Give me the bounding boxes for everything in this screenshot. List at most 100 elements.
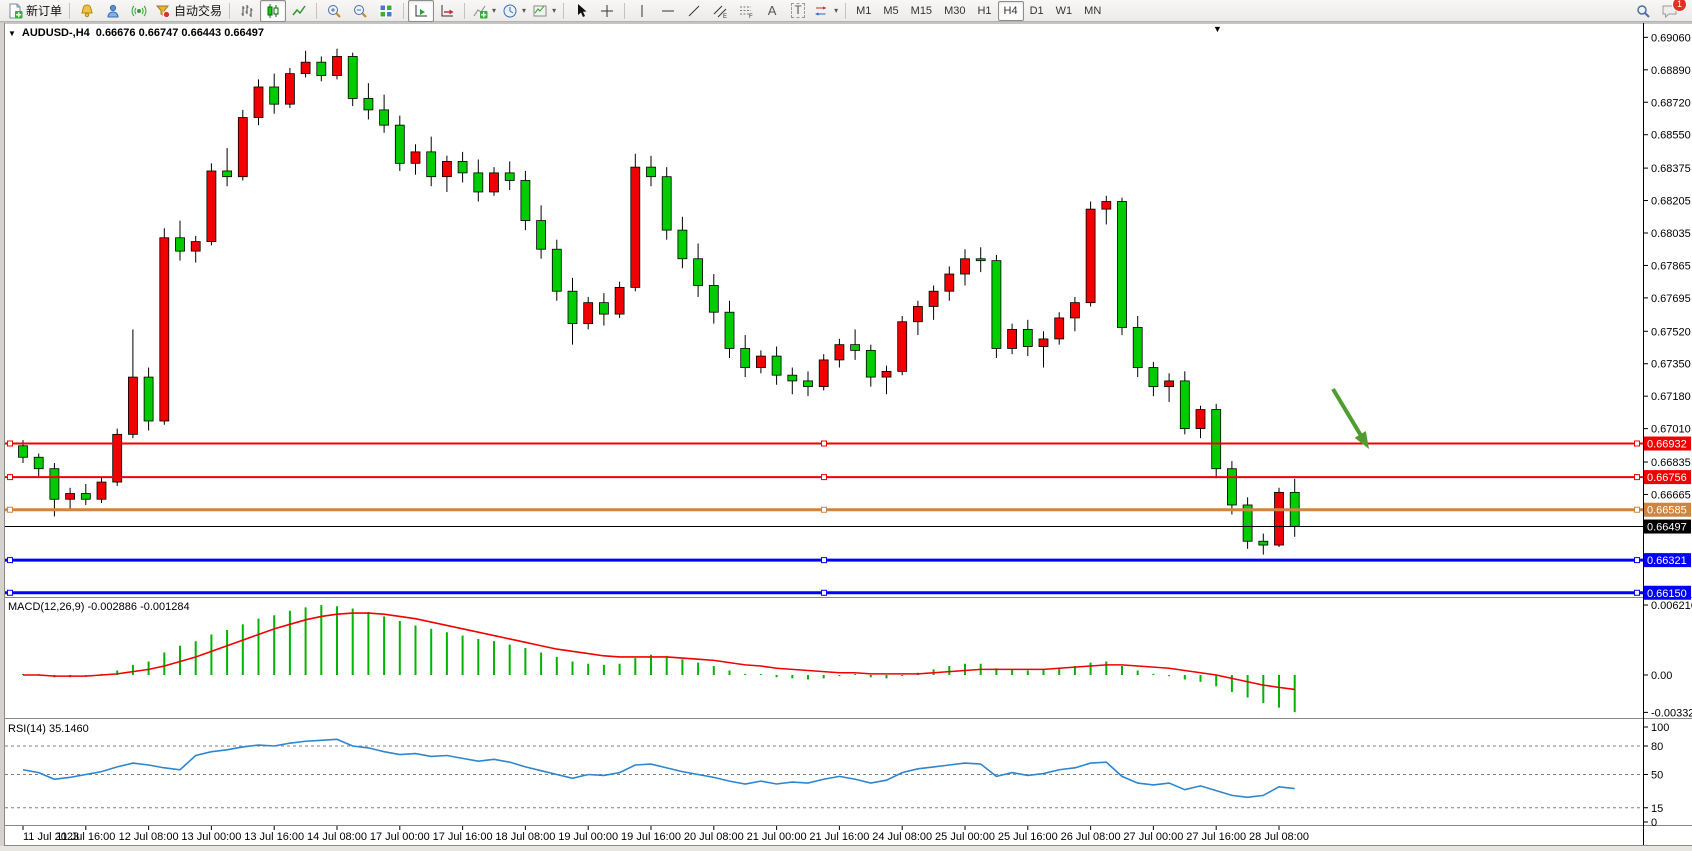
crosshair-icon [599,3,615,19]
line-handle[interactable] [822,475,827,480]
svg-text:0.67180: 0.67180 [1651,391,1691,403]
sell-arrow-annotation[interactable] [1333,389,1369,449]
periods-button[interactable]: ▾ [499,0,529,22]
tab-timeframe-mn[interactable]: MN [1078,1,1107,21]
line-handle[interactable] [8,507,13,512]
candle [961,259,970,274]
bar-chart-button[interactable] [234,0,260,22]
tab-timeframe-h1[interactable]: H1 [971,1,997,21]
svg-text:100: 100 [1651,722,1669,734]
search-icon [1635,3,1651,19]
line-chart-icon [291,3,307,19]
tab-timeframe-m5[interactable]: M5 [877,1,904,21]
pane-borders [0,23,1692,846]
chart-canvas[interactable]: 0.690600.688900.687200.685500.683750.682… [0,0,1692,851]
auto-trading-label: 自动交易 [174,2,222,19]
search-button[interactable] [1630,0,1656,22]
svg-text:13 Jul 16:00: 13 Jul 16:00 [244,831,304,843]
line-handle[interactable] [8,590,13,595]
tab-timeframe-w1[interactable]: W1 [1050,1,1079,21]
line-handle[interactable] [822,507,827,512]
channel-button[interactable]: E [707,0,733,22]
line-handle[interactable] [1635,475,1640,480]
zoom-in-button[interactable] [321,0,347,22]
new-order-button[interactable]: 新订单 [4,0,65,22]
signal-button[interactable] [126,0,152,22]
horizontal-line-button[interactable] [655,0,681,22]
toolbar: 新订单 自动交易 ▾ ▾ ▾ E F A T ▾ M1 M5 M15 M30 H… [0,0,1692,22]
svg-text:14 Jul 08:00: 14 Jul 08:00 [307,831,367,843]
macd-pane: 0.0062160.00-0.00332 [23,600,1692,719]
candle [898,322,907,372]
candle [1039,339,1048,347]
trendline-button[interactable] [681,0,707,22]
candle [301,62,310,73]
tab-timeframe-m15[interactable]: M15 [905,1,938,21]
line-handle[interactable] [822,558,827,563]
crosshair-button[interactable] [594,0,620,22]
svg-text:25 Jul 00:00: 25 Jul 00:00 [935,831,995,843]
cursor-icon [573,3,589,19]
fibonacci-button[interactable]: F [733,0,759,22]
profile-button[interactable] [100,0,126,22]
title-dropdown-icon[interactable]: ▼ [8,29,16,38]
chevron-down-icon: ▾ [834,6,838,15]
candle [128,377,137,434]
templates-button[interactable]: ▾ [529,0,559,22]
text-label-button[interactable]: T [785,0,811,22]
time-axis[interactable]: 11 Jul 202311 Jul 16:0012 Jul 08:0013 Ju… [23,826,1309,843]
fibonacci-icon: F [738,3,754,19]
notification-badge: 1 [1672,0,1687,12]
chat-button[interactable]: 1 [1656,0,1682,22]
candlestick-button[interactable] [260,0,286,22]
tab-timeframe-h4[interactable]: H4 [998,1,1024,21]
chart-shift-button[interactable] [434,0,460,22]
auto-scroll-button[interactable] [408,0,434,22]
candle [66,494,75,500]
svg-text:0.67520: 0.67520 [1651,326,1691,338]
alerts-button[interactable] [74,0,100,22]
candle [678,230,687,259]
candle [1133,327,1142,367]
text-label-icon: T [791,3,804,18]
svg-text:19 Jul 00:00: 19 Jul 00:00 [558,831,618,843]
line-handle[interactable] [8,558,13,563]
line-handle[interactable] [1635,441,1640,446]
line-chart-button[interactable] [286,0,312,22]
chart-collapse-icon[interactable]: ▼ [1213,24,1222,34]
tab-timeframe-m1[interactable]: M1 [850,1,877,21]
tab-timeframe-m30[interactable]: M30 [938,1,971,21]
horizontal-lines[interactable]: 0.669320.667560.665850.664970.663210.661… [5,437,1691,600]
line-handle[interactable] [8,441,13,446]
candle [804,381,813,387]
svg-text:0.68035: 0.68035 [1651,228,1691,240]
line-handle[interactable] [822,590,827,595]
arrows-tool-button[interactable]: ▾ [811,0,841,22]
tab-timeframe-d1[interactable]: D1 [1024,1,1050,21]
price-axis[interactable]: 0.690600.688900.687200.685500.683750.682… [1643,32,1691,501]
line-handle[interactable] [8,475,13,480]
vertical-line-button[interactable] [629,0,655,22]
auto-trading-button[interactable]: 自动交易 [152,0,225,22]
candle [866,350,875,377]
candle [1227,469,1236,505]
cursor-button[interactable] [568,0,594,22]
line-handle[interactable] [1635,558,1640,563]
candle [411,152,420,163]
svg-text:0.67695: 0.67695 [1651,293,1691,305]
candle [568,291,577,323]
indicators-button[interactable]: ▾ [469,0,499,22]
chart-title: ▼ AUDUSD-,H4 0.66676 0.66747 0.66443 0.6… [8,27,264,39]
text-tool-button[interactable]: A [759,0,785,22]
svg-text:0.68890: 0.68890 [1651,65,1691,77]
svg-text:28 Jul 08:00: 28 Jul 08:00 [1249,831,1309,843]
zoom-out-button[interactable] [347,0,373,22]
tile-windows-button[interactable] [373,0,399,22]
candle [992,261,1001,349]
rsi-pane: 1008050150 [23,722,1669,829]
candle [725,312,734,348]
line-handle[interactable] [1635,590,1640,595]
line-handle[interactable] [822,441,827,446]
line-handle[interactable] [1635,507,1640,512]
separator [624,3,625,19]
